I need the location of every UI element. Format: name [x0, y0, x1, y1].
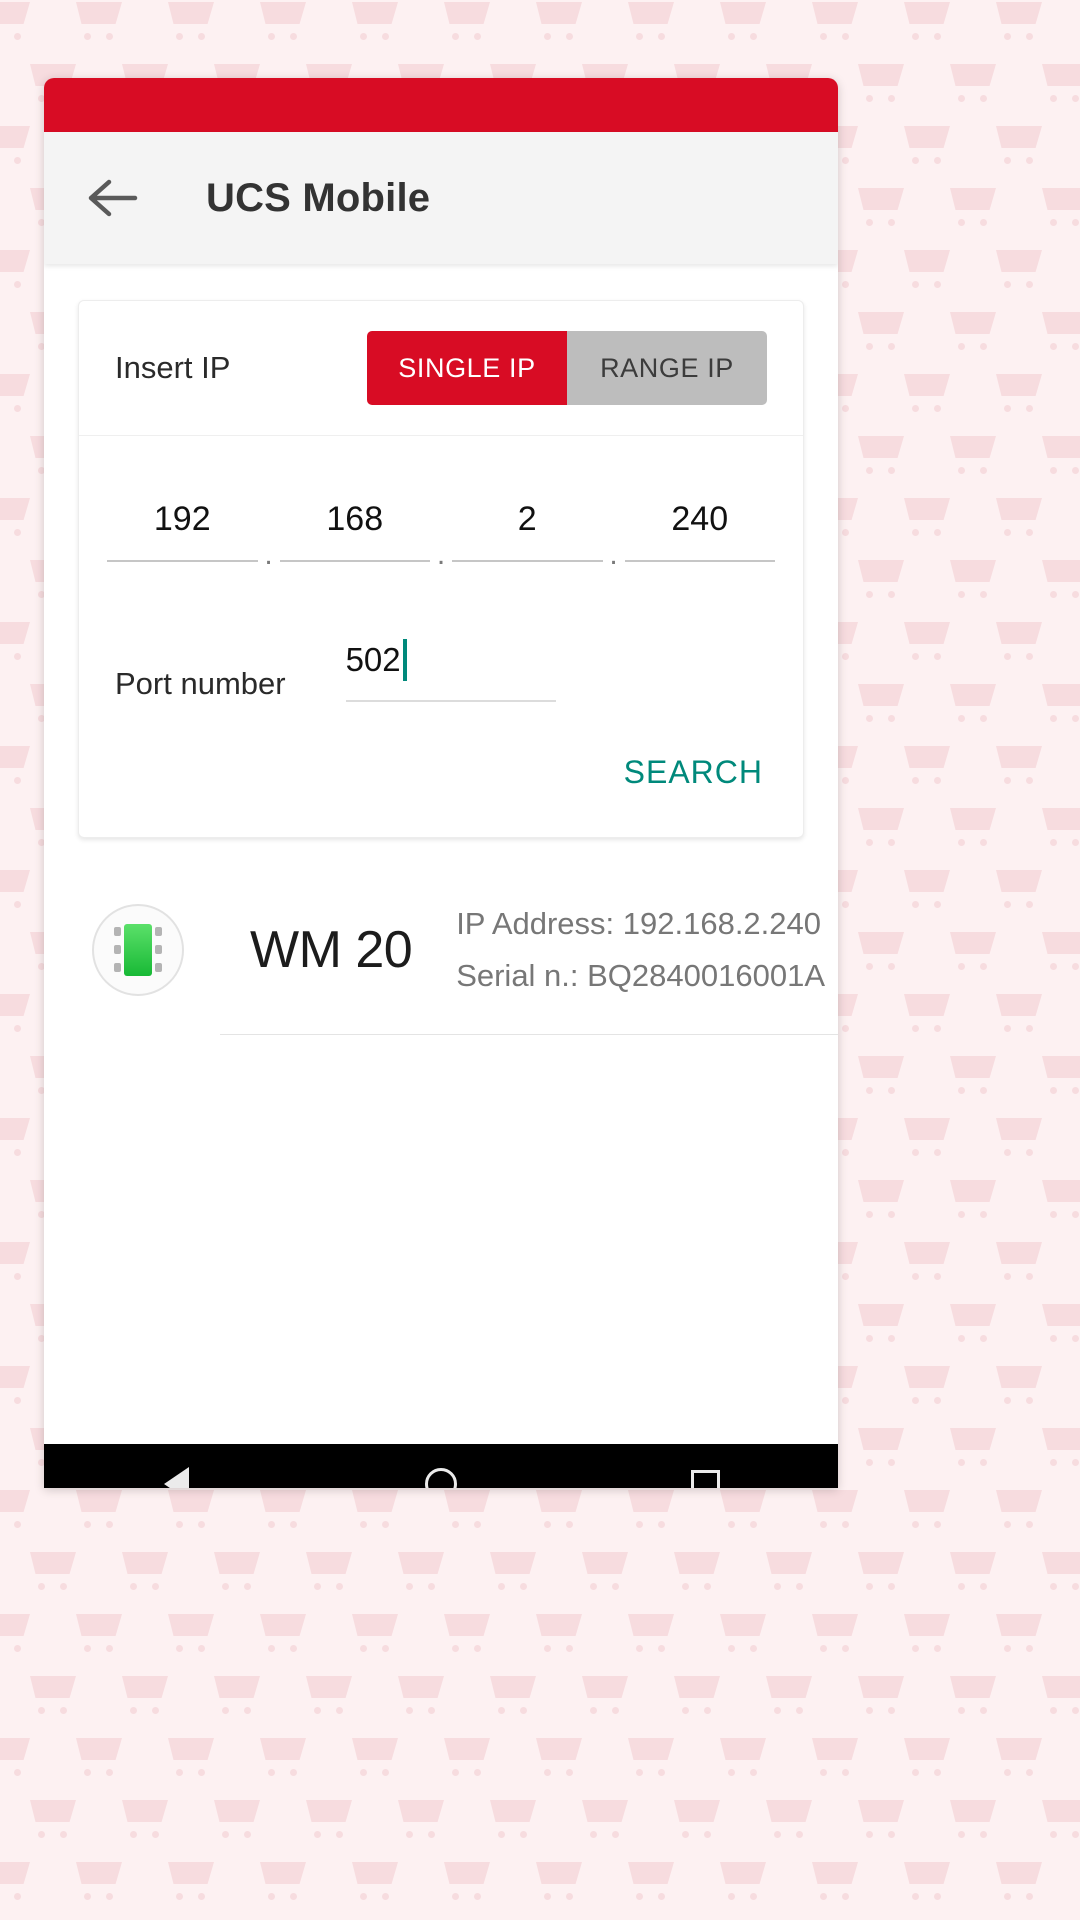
insert-ip-row: Insert IP SINGLE IP RANGE IP	[79, 301, 803, 436]
device-core	[124, 924, 152, 976]
device-glyph	[111, 921, 165, 979]
home-circle-icon	[424, 1468, 457, 1488]
ip-octet-2-underline	[279, 560, 430, 562]
ip-search-card: Insert IP SINGLE IP RANGE IP 192 . 168 .	[78, 300, 804, 838]
ip-octet-3[interactable]: 2	[452, 496, 603, 562]
ip-separator-2: .	[436, 538, 446, 571]
port-number-input[interactable]: 502	[345, 634, 556, 702]
ip-octet-2-value: 168	[326, 500, 384, 538]
port-number-label: Port number	[115, 666, 286, 701]
status-bar	[44, 78, 838, 132]
device-pin	[114, 963, 121, 972]
segment-range-ip[interactable]: RANGE IP	[567, 331, 767, 405]
ip-octet-1-underline	[107, 560, 258, 562]
ip-separator-3: .	[609, 538, 618, 571]
device-pin	[114, 927, 121, 936]
device-name: WM 20	[250, 921, 413, 979]
search-action-row: SEARCH	[79, 702, 803, 837]
device-ip-address: IP Address: 192.168.2.240	[456, 906, 822, 941]
segment-single-ip[interactable]: SINGLE IP	[367, 331, 567, 405]
port-number-underline	[345, 700, 556, 702]
device-pin	[155, 945, 162, 954]
list-item[interactable]: WM 20 IP Address: 192.168.2.240 Serial n…	[44, 894, 838, 996]
device-serial-number: Serial n.: BQ2840016001A	[456, 958, 826, 993]
nav-back-button[interactable]	[141, 1449, 211, 1488]
ip-octets-row: 192 . 168 . 2 . 240	[79, 436, 803, 571]
app-window: UCS Mobile Insert IP SINGLE IP RANGE IP …	[44, 78, 838, 1488]
device-pin	[114, 945, 121, 954]
ip-octet-3-underline	[452, 560, 603, 562]
ip-octet-1-value: 192	[153, 500, 211, 538]
text-caret	[402, 639, 407, 681]
ip-octet-4-underline	[624, 560, 775, 562]
port-number-value: 502	[345, 641, 401, 678]
recents-square-icon	[691, 1469, 721, 1488]
page-title: UCS Mobile	[206, 175, 431, 220]
device-pin	[155, 963, 162, 972]
ip-mode-segmented-control[interactable]: SINGLE IP RANGE IP	[367, 331, 767, 405]
list-divider	[220, 1034, 838, 1035]
device-meta: IP Address: 192.168.2.240 Serial n.: BQ2…	[456, 906, 825, 994]
app-bar: UCS Mobile	[44, 132, 838, 264]
ip-octet-2[interactable]: 168	[279, 496, 430, 562]
insert-ip-label: Insert IP	[115, 350, 231, 385]
back-button[interactable]	[78, 163, 148, 233]
port-number-row: Port number 502	[79, 562, 803, 702]
main-content: Insert IP SINGLE IP RANGE IP 192 . 168 .	[44, 300, 838, 1444]
ip-octet-3-value: 2	[517, 500, 537, 538]
ip-octet-1[interactable]: 192	[107, 496, 258, 562]
device-pin	[155, 927, 162, 936]
port-number-valueline: 502	[346, 634, 556, 686]
back-triangle-icon	[163, 1467, 189, 1488]
ip-octet-4[interactable]: 240	[624, 496, 775, 562]
ip-separator-1: .	[264, 538, 273, 571]
system-navigation-bar	[44, 1444, 838, 1488]
nav-recents-button[interactable]	[671, 1449, 741, 1488]
ip-octet-4-value: 240	[671, 500, 729, 538]
nav-home-button[interactable]	[406, 1449, 476, 1488]
device-results-list: WM 20 IP Address: 192.168.2.240 Serial n…	[44, 894, 838, 1035]
back-arrow-icon	[88, 179, 138, 217]
device-module-icon	[92, 904, 184, 996]
search-button[interactable]: SEARCH	[620, 748, 767, 797]
